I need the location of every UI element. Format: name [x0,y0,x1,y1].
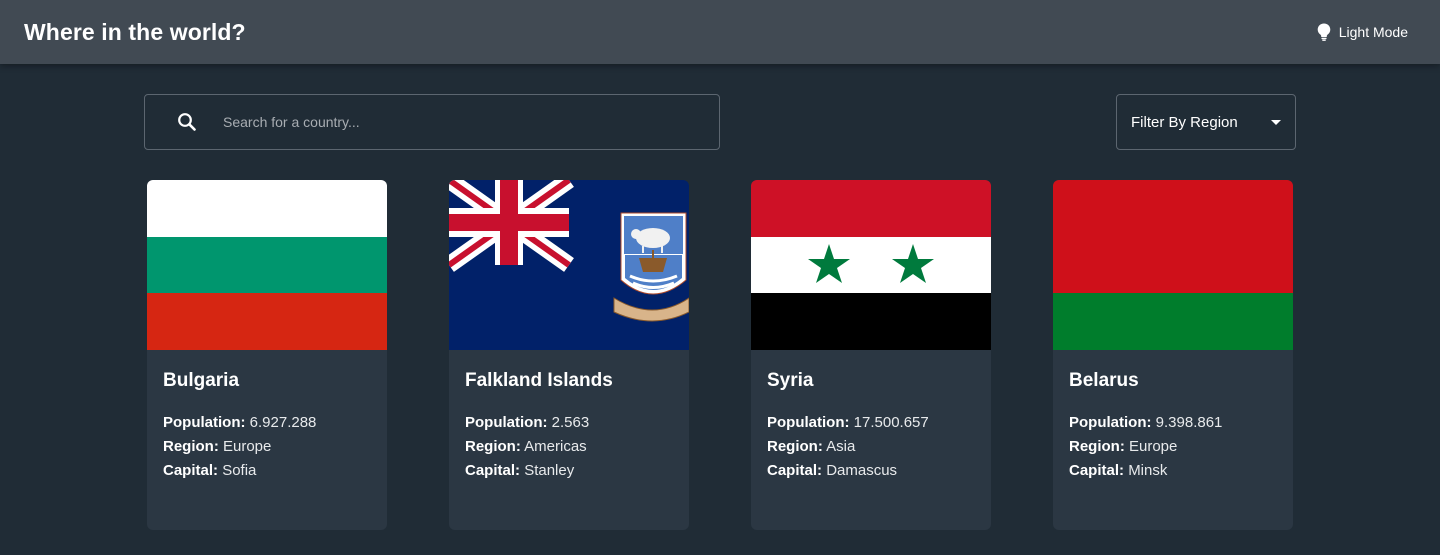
controls-bar: Filter By Region [144,94,1296,150]
country-name: Syria [767,370,814,391]
capital-key: Capital: [1069,462,1125,479]
theme-mode-toggle[interactable]: Light Mode [1317,23,1408,41]
region-stat: Region: Europe [1069,435,1277,459]
population-stat: Population: 9.398.861 [1069,411,1277,435]
capital-value: Stanley [524,462,575,479]
card-body: Syria Population: 17.500.657 Region: Asi… [751,350,991,483]
belarus-flag [1053,180,1293,350]
card-body: Belarus Population: 9.398.861 Region: Eu… [1053,350,1293,483]
capital-key: Capital: [767,462,823,479]
country-name: Falkland Islands [465,370,613,391]
app-header: Where in the world? Light Mode [0,0,1440,64]
population-stat: Population: 6.927.288 [163,411,371,435]
country-card-bulgaria[interactable]: Bulgaria Population: 6.927.288 Region: E… [147,180,387,530]
region-value: Asia [826,438,856,455]
region-key: Region: [767,438,823,455]
capital-stat: Capital: Stanley [465,459,673,483]
bulgaria-flag [147,180,387,350]
population-value: 2.563 [551,414,590,431]
capital-stat: Capital: Damascus [767,459,975,483]
card-body: Bulgaria Population: 6.927.288 Region: E… [147,350,387,483]
capital-stat: Capital: Sofia [163,459,371,483]
region-value: Europe [223,438,272,455]
syria-flag [751,180,991,350]
population-stat: Population: 17.500.657 [767,411,975,435]
region-value: Americas [524,438,587,455]
capital-value: Minsk [1128,462,1168,479]
search-icon [178,113,196,131]
population-key: Population: [1069,414,1152,431]
population-value: 17.500.657 [853,414,929,431]
population-key: Population: [767,414,850,431]
population-value: 9.398.861 [1155,414,1223,431]
region-filter-dropdown[interactable]: Filter By Region [1116,94,1296,150]
capital-stat: Capital: Minsk [1069,459,1277,483]
theme-mode-label: Light Mode [1338,24,1408,40]
chevron-down-icon [1271,119,1281,125]
region-key: Region: [163,438,219,455]
country-card-falkland-islands[interactable]: Falkland Islands Population: 2.563 Regio… [449,180,689,530]
population-stat: Population: 2.563 [465,411,673,435]
search-input[interactable] [221,94,719,150]
app-title: Where in the world? [24,18,246,45]
country-card-syria[interactable]: Syria Population: 17.500.657 Region: Asi… [751,180,991,530]
population-key: Population: [465,414,548,431]
population-value: 6.927.288 [249,414,317,431]
country-card-belarus[interactable]: Belarus Population: 9.398.861 Region: Eu… [1053,180,1293,530]
capital-key: Capital: [465,462,521,479]
search-box[interactable] [144,94,720,150]
country-name: Belarus [1069,370,1139,391]
region-stat: Region: Europe [163,435,371,459]
card-body: Falkland Islands Population: 2.563 Regio… [449,350,689,483]
falkland-islands-flag [449,180,689,350]
population-key: Population: [163,414,246,431]
lightbulb-icon [1317,23,1331,41]
region-value: Europe [1129,438,1178,455]
region-filter-label: Filter By Region [1131,113,1238,131]
region-key: Region: [1069,438,1125,455]
capital-key: Capital: [163,462,219,479]
capital-value: Sofia [222,462,257,479]
capital-value: Damascus [826,462,898,479]
region-key: Region: [465,438,521,455]
region-stat: Region: Americas [465,435,673,459]
country-name: Bulgaria [163,370,240,391]
region-stat: Region: Asia [767,435,975,459]
country-grid: Bulgaria Population: 6.927.288 Region: E… [147,180,1293,530]
